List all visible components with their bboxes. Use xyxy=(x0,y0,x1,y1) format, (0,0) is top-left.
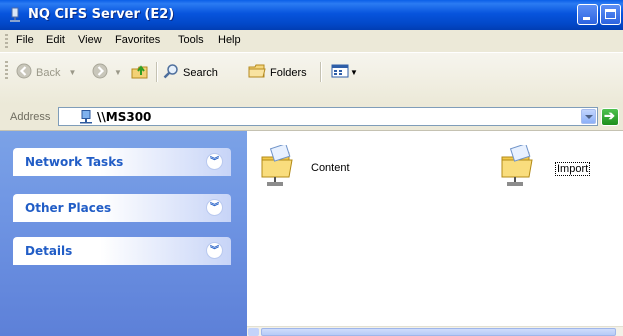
network-tasks-header[interactable]: Network Tasks ︾ xyxy=(13,148,231,176)
menu-help[interactable]: Help xyxy=(218,34,241,46)
views-button[interactable]: ▼ xyxy=(331,63,358,82)
back-label: Back xyxy=(36,66,61,79)
address-input[interactable]: \\MS300 xyxy=(58,107,598,126)
minimize-button[interactable] xyxy=(577,4,598,25)
task-pane: Network Tasks ︾ Other Places ︾ Details ︾ xyxy=(0,131,247,336)
menu-file[interactable]: File xyxy=(16,34,34,46)
expand-chevron-icon[interactable]: ︾ xyxy=(206,153,223,170)
network-share-folder-icon xyxy=(499,143,539,192)
forward-arrow-icon xyxy=(92,63,108,82)
item-label: Content xyxy=(311,162,350,174)
item-label: Import xyxy=(555,162,591,176)
search-icon xyxy=(163,63,179,82)
network-drive-icon xyxy=(7,7,23,26)
scroll-left-arrow[interactable] xyxy=(248,328,259,336)
menu-bar: File Edit View Favorites Tools Help xyxy=(0,30,623,53)
toolbar-separator xyxy=(320,62,322,82)
expand-chevron-icon[interactable]: ︾ xyxy=(206,199,223,216)
menu-tools[interactable]: Tools xyxy=(178,34,204,46)
up-folder-button[interactable] xyxy=(131,63,149,82)
toolbar-separator xyxy=(156,62,158,82)
views-dropdown-icon[interactable]: ▼ xyxy=(350,68,358,77)
search-label: Search xyxy=(183,66,218,79)
menu-favorites[interactable]: Favorites xyxy=(115,34,160,46)
network-computer-icon xyxy=(79,110,93,127)
search-button[interactable]: Search xyxy=(163,63,218,82)
other-places-header[interactable]: Other Places ︾ xyxy=(13,194,231,222)
go-button[interactable] xyxy=(601,108,619,126)
horizontal-scrollbar[interactable] xyxy=(247,326,623,336)
file-view: Content Import xyxy=(247,131,623,336)
address-dropdown-button[interactable] xyxy=(581,109,596,124)
explorer-window: NQ CIFS Server (E2) File Edit View Favor… xyxy=(0,0,623,336)
menu-grip[interactable] xyxy=(5,34,8,48)
menu-view[interactable]: View xyxy=(78,34,102,46)
standard-toolbar: Back ▼ ▼ Search Folders ▼ xyxy=(0,53,623,105)
address-label: Address xyxy=(10,111,51,123)
forward-button[interactable]: ▼ xyxy=(92,63,122,82)
window-title: NQ CIFS Server (E2) xyxy=(28,7,175,22)
scroll-thumb[interactable] xyxy=(261,328,616,336)
back-arrow-icon xyxy=(16,63,32,82)
other-places-title: Other Places xyxy=(25,201,112,215)
up-folder-icon xyxy=(131,63,149,82)
folders-button[interactable]: Folders xyxy=(248,63,307,82)
title-bar[interactable]: NQ CIFS Server (E2) xyxy=(0,0,623,30)
details-header[interactable]: Details ︾ xyxy=(13,237,231,265)
views-icon xyxy=(331,63,349,82)
forward-dropdown-icon[interactable]: ▼ xyxy=(114,68,122,77)
network-share-folder-icon xyxy=(259,143,299,192)
share-item-import[interactable]: Import xyxy=(499,143,609,192)
network-tasks-title: Network Tasks xyxy=(25,155,124,169)
details-title: Details xyxy=(25,244,73,258)
folders-label: Folders xyxy=(270,66,307,79)
maximize-button[interactable] xyxy=(600,4,621,25)
back-button[interactable]: Back ▼ xyxy=(16,63,76,82)
share-item-content[interactable]: Content xyxy=(259,143,379,192)
back-dropdown-icon[interactable]: ▼ xyxy=(68,68,76,77)
address-value: \\MS300 xyxy=(97,110,152,124)
menu-edit[interactable]: Edit xyxy=(46,34,65,46)
address-bar: Address \\MS300 xyxy=(0,104,623,131)
expand-chevron-icon[interactable]: ︾ xyxy=(206,242,223,259)
folders-icon xyxy=(248,63,266,82)
toolbar-grip[interactable] xyxy=(5,61,8,81)
